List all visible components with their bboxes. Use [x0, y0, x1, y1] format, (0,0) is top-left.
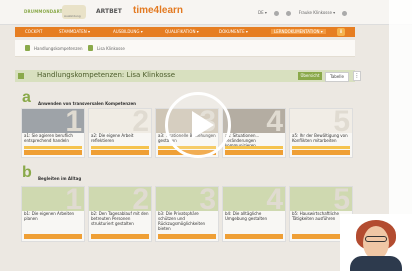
- breadcrumb-item-2[interactable]: Lisa Klinkosse: [97, 46, 125, 51]
- app-page: DRUMMONDARTIG Ausbildung ARTBET time4lea…: [0, 0, 412, 271]
- nav-lerndokumentation[interactable]: LERNDOKUMENTATION ▾: [271, 29, 326, 34]
- group-b-letter: b: [22, 164, 32, 181]
- card-label: b1: Die eigenen Arbeiten planen: [24, 211, 75, 221]
- help-icon[interactable]: [286, 10, 292, 16]
- logo-emblem: Ausbildung: [62, 5, 86, 19]
- progress-bar: [158, 234, 216, 239]
- play-button[interactable]: [165, 92, 231, 158]
- competence-card-a4[interactable]: 4 a4: Situationen... Veränderungen kommu…: [222, 105, 286, 158]
- table-toggle[interactable]: Tabelle: [325, 72, 349, 82]
- presenter-face: [363, 226, 389, 260]
- overview-toggle[interactable]: Übersicht: [298, 72, 322, 80]
- person-icon: [18, 73, 24, 79]
- competence-card-a1[interactable]: 1 a1: Sie agieren beruflich entsprechend…: [21, 105, 85, 158]
- progress-bar: [91, 146, 149, 149]
- competence-card-a5[interactable]: 5 a5: Ihr der Bewältigung von Konflikten…: [289, 105, 353, 158]
- competence-card-b2[interactable]: 2 b2: Den Tagesablauf mit den betreuten …: [88, 183, 152, 242]
- more-menu-icon[interactable]: ⋮: [353, 71, 361, 81]
- competence-card-a2[interactable]: 2 a2: Die eigene Arbeit reflektieren: [88, 105, 152, 158]
- main-nav: COCKPIT STAMMDATEN ▾ AUSBILDUNG ▾ QUALIF…: [15, 27, 355, 37]
- group-b-title: Begleiten im Alltag: [38, 176, 82, 181]
- card-label: b3: Die Privatsphäre schützen und Rückzu…: [158, 211, 206, 231]
- presenter-glasses: [365, 236, 387, 242]
- language-select[interactable]: DE ▾: [258, 10, 267, 15]
- nav-qualifikation[interactable]: QUALIFIKATION ▾: [165, 29, 199, 34]
- progress-bar: [24, 146, 82, 149]
- group-a-letter: a: [22, 89, 31, 106]
- progress-bar: [225, 234, 283, 239]
- top-right-controls: DE ▾ Frauke Klinkosse ▾: [258, 10, 353, 16]
- nav-counter-badge: 8: [337, 28, 345, 36]
- breadcrumb-item-1[interactable]: Handlungskompetenzen: [34, 46, 83, 51]
- person-icon: [88, 45, 93, 51]
- competence-card-b3[interactable]: 3 b3: Die Privatsphäre schützen und Rück…: [155, 183, 219, 242]
- card-label: a1: Sie agieren beruflich entsprechend h…: [24, 133, 73, 143]
- progress-bar: [292, 146, 350, 149]
- card-label: b2: Den Tagesablauf mit den betreuten Pe…: [91, 211, 149, 226]
- presenter-shirt: [350, 256, 402, 271]
- nav-stammdaten[interactable]: STAMMDATEN ▾: [59, 29, 90, 34]
- brand-artbet: ARTBET: [96, 8, 122, 15]
- progress-bar: [292, 150, 350, 155]
- card-label: b4: Die alltägliche Umgebung gestalten: [225, 211, 268, 221]
- card-label: a2: Die eigene Arbeit reflektieren: [91, 133, 134, 143]
- competence-card-b1[interactable]: 1 b1: Die eigenen Arbeiten planen: [21, 183, 85, 242]
- page-title: Handlungskompetenzen: Lisa Klinkosse: [37, 71, 176, 79]
- logout-icon[interactable]: [342, 10, 348, 16]
- competence-card-b4[interactable]: 4 b4: Die alltägliche Umgebung gestalten: [222, 183, 286, 242]
- settings-icon[interactable]: [274, 10, 280, 16]
- nav-dokumente[interactable]: DOKUMENTE ▾: [219, 29, 248, 34]
- progress-bar: [91, 234, 149, 239]
- logo-emblem-text: Ausbildung: [64, 14, 81, 18]
- progress-bar: [225, 146, 283, 149]
- section-header: Handlungskompetenzen: Lisa Klinkosse Übe…: [15, 70, 361, 82]
- group-a-title: Anwenden von transversalen Kompetenzen: [38, 101, 137, 106]
- brand-timelearn: time4learn: [133, 5, 184, 16]
- presenter-webcam: [340, 214, 412, 271]
- progress-bar: [91, 150, 149, 155]
- nav-cockpit[interactable]: COCKPIT: [25, 29, 42, 34]
- progress-bar: [24, 234, 82, 239]
- breadcrumb: Handlungskompetenzen Lisa Klinkosse: [15, 40, 355, 57]
- nav-ausbildung[interactable]: AUSBILDUNG ▾: [113, 29, 143, 34]
- progress-bar: [225, 150, 283, 155]
- card-label: a5: Ihr der Bewältigung von Konflikten m…: [292, 133, 348, 143]
- top-bar: DRUMMONDARTIG Ausbildung ARTBET time4lea…: [0, 0, 412, 25]
- folder-icon: [25, 45, 30, 51]
- progress-bar: [24, 150, 82, 155]
- user-menu[interactable]: Frauke Klinkosse ▾: [299, 10, 335, 15]
